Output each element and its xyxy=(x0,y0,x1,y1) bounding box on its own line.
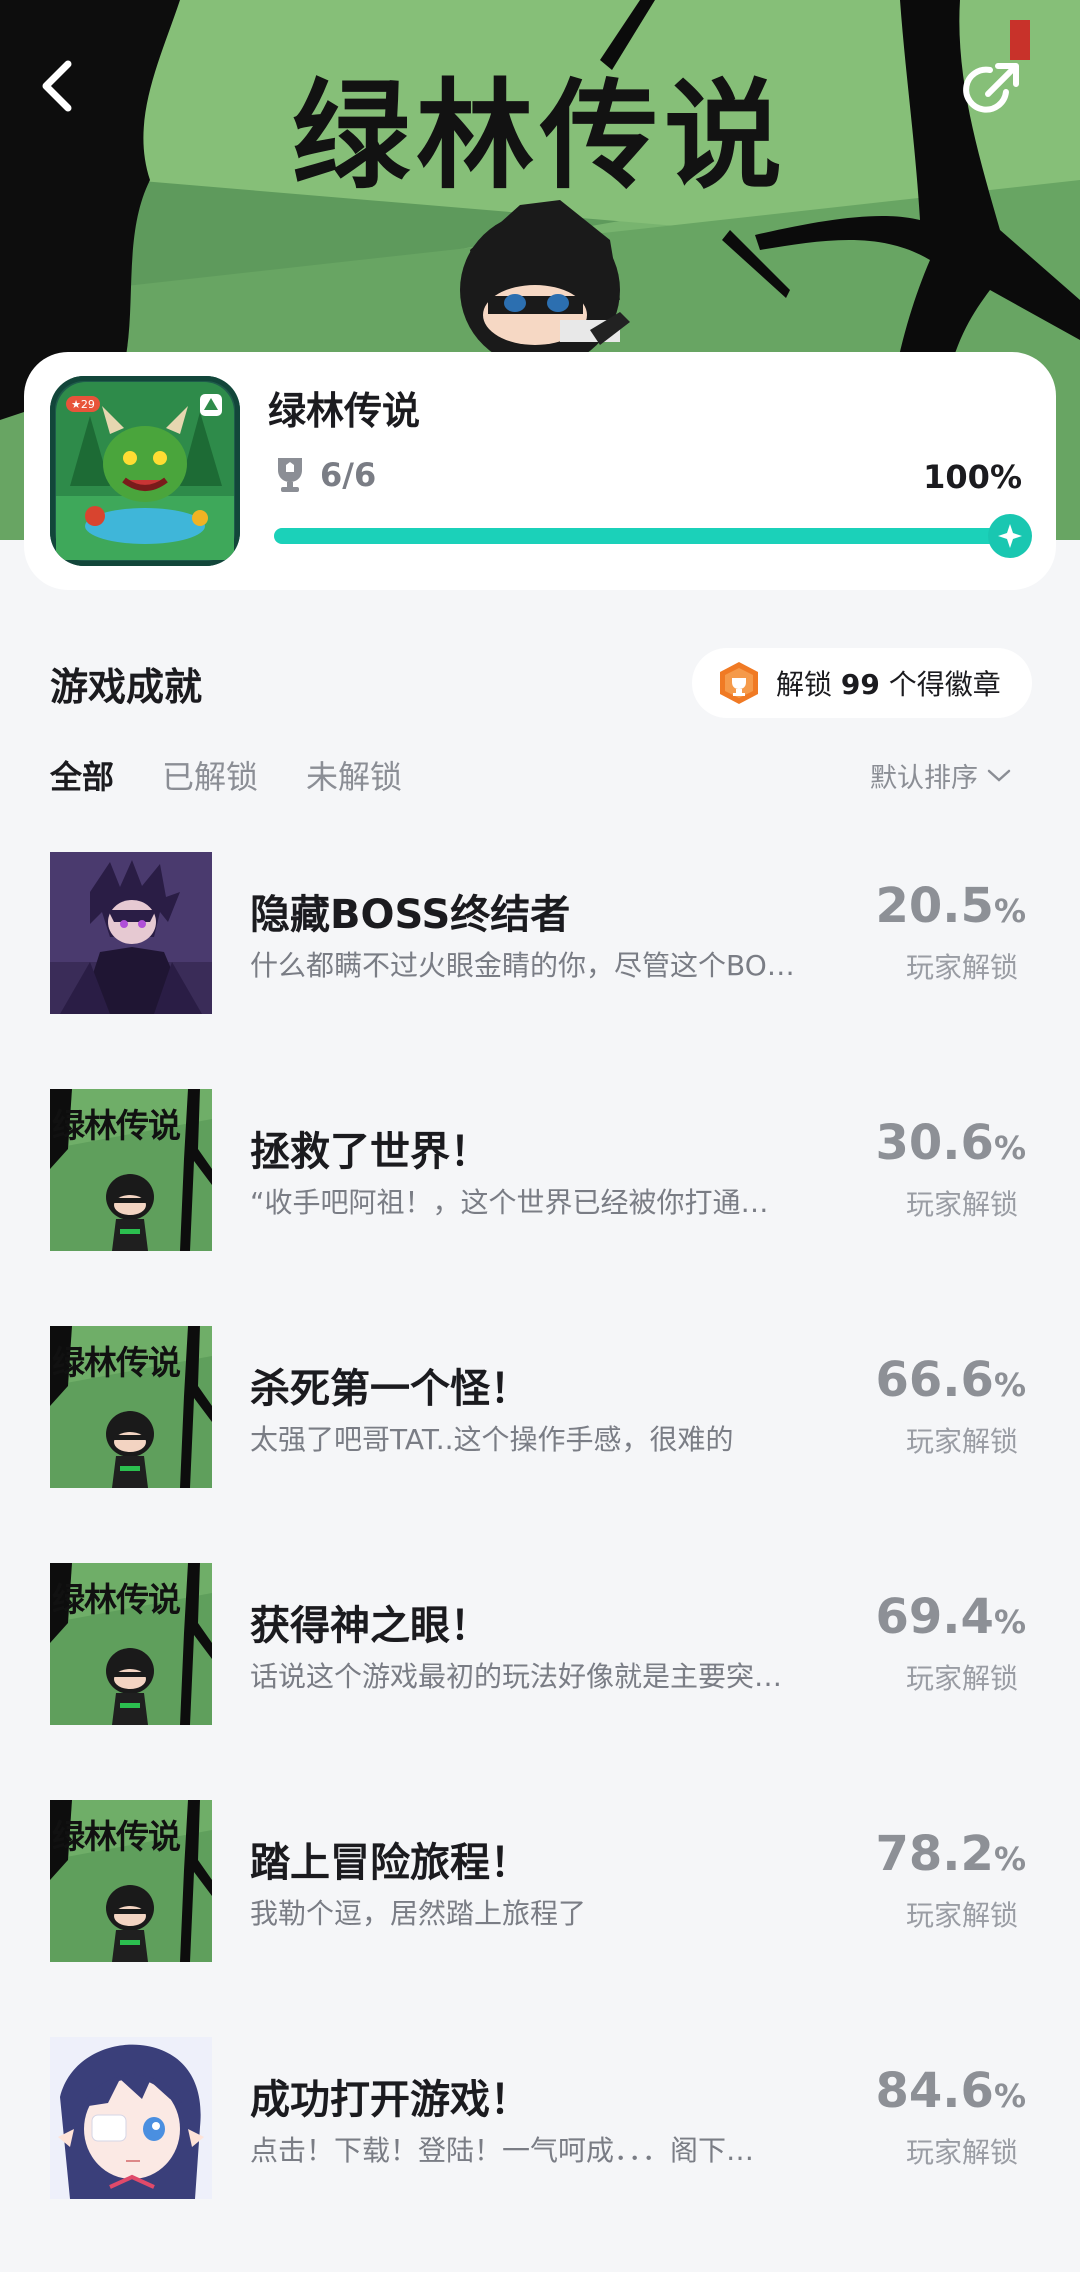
thumbnail-caption: 绿林传说 xyxy=(52,1817,181,1856)
unlock-rate-unit: % xyxy=(993,1129,1026,1167)
unlock-rate-unit: % xyxy=(993,892,1026,930)
sparkle-icon xyxy=(998,524,1022,548)
achievement-item[interactable]: 成功打开游戏！ 点击！下载！登陆！一气呵成．．．阁下… 84.6% 玩家解锁 xyxy=(0,2035,1080,2272)
medal-icon xyxy=(720,662,758,704)
unlock-rate-value: 66.6 xyxy=(875,1352,994,1408)
achievement-item[interactable]: 绿林传说踏上冒险旅程！ 我勒个逗，居然踏上旅程了 78.2% 玩家解锁 xyxy=(0,1798,1080,2035)
unlock-rate-value: 78.2 xyxy=(875,1826,994,1882)
unlock-rate-label: 玩家解锁 xyxy=(905,1899,1018,1932)
anime-girl-thumbnail xyxy=(50,2037,212,2199)
unlock-rate-unit: % xyxy=(993,2077,1026,2115)
unlock-rate: 69.4% xyxy=(876,1589,1027,1645)
chevron-down-icon xyxy=(987,769,1011,782)
achievement-description: 什么都瞒不过火眼金睛的你，尽管这个BO… xyxy=(250,949,795,982)
achievement-thumbnail: 绿林传说 xyxy=(50,1326,212,1488)
achievement-title: 拯救了世界！ xyxy=(250,1129,490,1175)
achievement-item[interactable]: 绿林传说获得神之眼！ 话说这个游戏最初的玩法好像就是主要突… 69.4% 玩家解锁 xyxy=(0,1561,1080,1798)
unlock-rate: 78.2% xyxy=(876,1826,1027,1882)
badge-prefix: 解锁 xyxy=(776,668,833,701)
achievement-description: 点击！下载！登陆！一气呵成．．．阁下… xyxy=(250,2134,755,2167)
unlock-rate: 66.6% xyxy=(876,1352,1027,1408)
unlock-rate-value: 30.6 xyxy=(875,1115,994,1171)
achievement-title: 成功打开游戏！ xyxy=(250,2077,530,2123)
thumbnail-caption: 绿林传说 xyxy=(52,1106,181,1145)
share-icon xyxy=(963,63,1019,113)
achievement-thumbnail xyxy=(50,852,212,1014)
progress-fill xyxy=(274,528,1010,544)
achievement-description: “收手吧阿祖！，这个世界已经被你打通… xyxy=(250,1186,769,1219)
completion-percent: 100% xyxy=(923,458,1022,496)
unlock-rate-label: 玩家解锁 xyxy=(905,951,1018,984)
achievement-description: 话说这个游戏最初的玩法好像就是主要突… xyxy=(250,1660,783,1693)
unlock-rate-unit: % xyxy=(993,1840,1026,1878)
progress-knob xyxy=(988,514,1032,558)
unlock-rate-value: 20.5 xyxy=(875,878,994,934)
tab-all[interactable]: 全部 xyxy=(50,752,114,798)
achievement-title: 杀死第一个怪！ xyxy=(250,1366,530,1412)
game-icon[interactable]: ★29 xyxy=(50,376,240,566)
badge-count: 99 xyxy=(840,668,880,701)
section-title: 游戏成就 xyxy=(50,665,203,709)
back-button[interactable] xyxy=(34,58,114,138)
badge-text: 解锁 99 个得徽章 xyxy=(776,663,1001,703)
progress-bar xyxy=(274,514,1032,558)
unlock-rate: 30.6% xyxy=(876,1115,1027,1171)
achievement-description: 我勒个逗，居然踏上旅程了 xyxy=(250,1897,587,1930)
unlock-rate-label: 玩家解锁 xyxy=(905,1425,1018,1458)
hero-title: 绿林传说 xyxy=(291,67,788,205)
sort-dropdown[interactable]: 默认排序 xyxy=(870,756,1012,795)
unlock-rate-value: 84.6 xyxy=(875,2063,994,2119)
unlock-rate: 84.6% xyxy=(876,2063,1027,2119)
thumbnail-caption: 绿林传说 xyxy=(52,1343,181,1382)
dark-knight-thumbnail xyxy=(50,852,212,1014)
trophy-icon xyxy=(278,458,302,492)
unlock-rate-value: 69.4 xyxy=(875,1589,994,1645)
sort-label: 默认排序 xyxy=(870,763,978,794)
filter-tabs: 全部 已解锁 未解锁 xyxy=(50,752,450,798)
unlock-rate-label: 玩家解锁 xyxy=(905,1188,1018,1221)
achievement-item[interactable]: 绿林传说拯救了世界！ “收手吧阿祖！，这个世界已经被你打通… 30.6% 玩家解锁 xyxy=(0,1087,1080,1324)
unlock-rate-label: 玩家解锁 xyxy=(905,2136,1018,2169)
achievement-title: 获得神之眼！ xyxy=(250,1603,490,1649)
chevron-left-icon xyxy=(42,60,72,112)
achievement-thumbnail: 绿林传说 xyxy=(50,1563,212,1725)
badge-suffix: 个得徽章 xyxy=(888,668,1001,701)
badge-unlock-pill[interactable]: 解锁 99 个得徽章 xyxy=(692,648,1032,718)
tab-unlocked[interactable]: 已解锁 xyxy=(162,752,258,798)
trophy-progress-row: 6/6 xyxy=(274,456,376,494)
achievement-title: 踏上冒险旅程！ xyxy=(250,1840,530,1886)
trophy-count: 6/6 xyxy=(320,456,377,494)
achievement-thumbnail: 绿林传说 xyxy=(50,1089,212,1251)
achievement-item[interactable]: 绿林传说杀死第一个怪！ 太强了吧哥TAT..这个操作手感，很难的 66.6% 玩家解锁 xyxy=(0,1324,1080,1561)
thumbnail-caption: 绿林传说 xyxy=(52,1580,181,1619)
achievement-thumbnail: 绿林传说 xyxy=(50,1800,212,1962)
achievement-item[interactable]: 隐藏BOSS终结者什么都瞒不过火眼金睛的你，尽管这个BO… 20.5% 玩家解锁 xyxy=(0,850,1080,1087)
unlock-rate-label: 玩家解锁 xyxy=(905,1662,1018,1695)
share-button[interactable] xyxy=(960,58,1040,138)
unlock-rate: 20.5% xyxy=(876,878,1027,934)
game-icon-level: ★29 xyxy=(71,398,95,411)
unlock-rate-unit: % xyxy=(993,1603,1026,1641)
game-icon-art: ★29 xyxy=(56,382,234,560)
achievement-title: 隐藏BOSS终结者 xyxy=(250,892,571,938)
tab-locked[interactable]: 未解锁 xyxy=(306,752,402,798)
achievement-description: 太强了吧哥TAT..这个操作手感，很难的 xyxy=(250,1423,734,1456)
achievement-thumbnail xyxy=(50,2037,212,2199)
unlock-rate-unit: % xyxy=(993,1366,1026,1404)
game-name: 绿林传说 xyxy=(268,389,421,433)
achievement-list: 隐藏BOSS终结者什么都瞒不过火眼金睛的你，尽管这个BO… 20.5% 玩家解锁 绿… xyxy=(0,850,1080,2272)
game-summary-card: ★29 绿林传说 6/6 100% xyxy=(24,352,1056,590)
